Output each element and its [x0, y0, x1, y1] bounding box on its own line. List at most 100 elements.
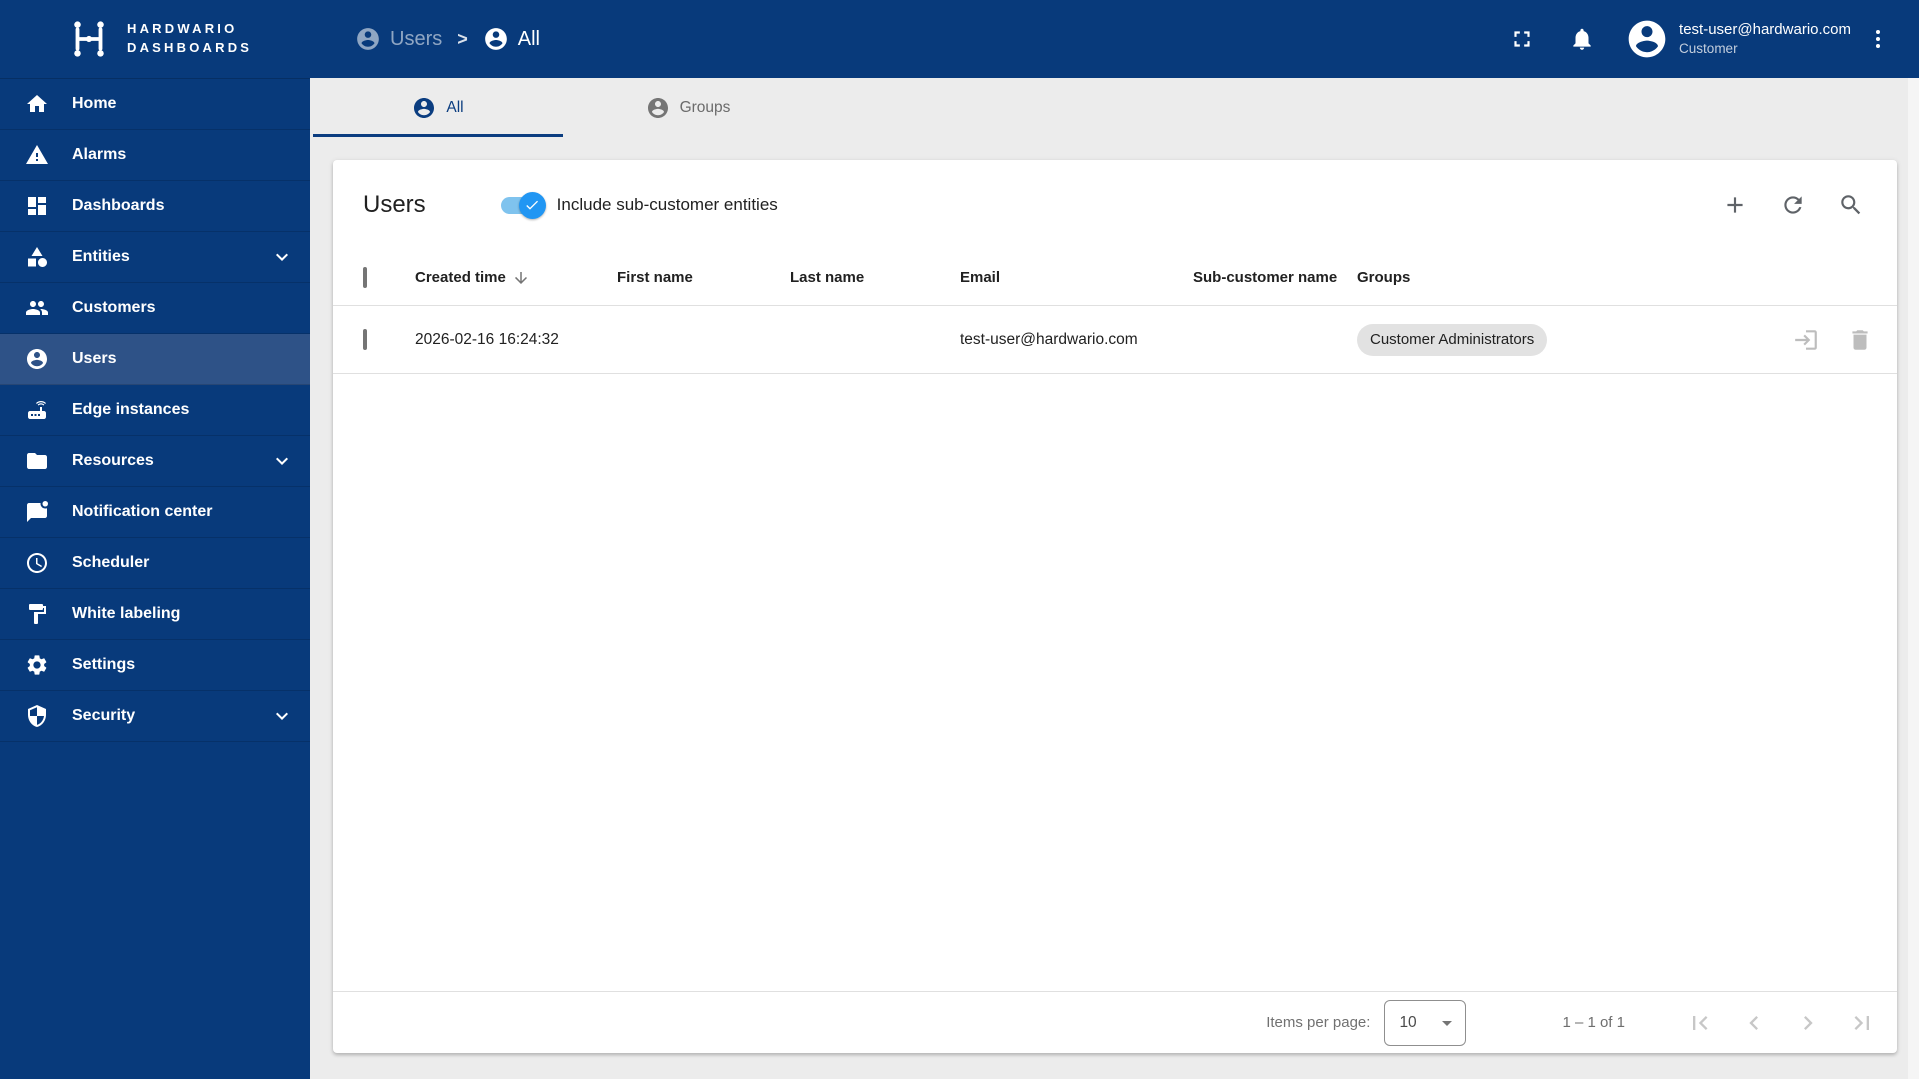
sidebar-item-label: Dashboards: [72, 197, 165, 214]
next-page-button[interactable]: [1781, 999, 1835, 1047]
column-header-sub-customer[interactable]: Sub-customer name: [1193, 269, 1357, 286]
paint-roller-icon: [25, 602, 49, 626]
vertical-scrollbar[interactable]: [1908, 78, 1919, 1079]
sidebar-item-edge-instances[interactable]: Edge instances: [0, 385, 310, 436]
column-label: Groups: [1357, 269, 1411, 286]
sidebar-item-label: Edge instances: [72, 401, 190, 418]
page-range-label: 1 – 1 of 1: [1562, 1014, 1625, 1031]
items-per-page-label: Items per page:: [1266, 1014, 1371, 1031]
sidebar-item-settings[interactable]: Settings: [0, 640, 310, 691]
prev-page-icon: [1749, 1015, 1758, 1030]
sidebar-item-label: Home: [72, 95, 117, 112]
chevron-down-icon: [270, 704, 294, 728]
notifications-button[interactable]: [1561, 18, 1603, 60]
column-header-groups[interactable]: Groups: [1357, 269, 1769, 286]
login-as-user-icon: [1795, 329, 1817, 350]
next-page-icon: [1804, 1015, 1813, 1030]
group-chip[interactable]: Customer Administrators: [1357, 323, 1548, 356]
sidebar-item-entities[interactable]: Entities: [0, 232, 310, 283]
tab-label: Groups: [679, 98, 731, 116]
sidebar-item-label: Users: [72, 350, 117, 367]
delete-user-button[interactable]: [1847, 327, 1873, 353]
column-header-email[interactable]: Email: [960, 269, 1193, 286]
sidebar-item-resources[interactable]: Resources: [0, 436, 310, 487]
user-menu-button[interactable]: [1861, 18, 1895, 60]
sidebar-item-label: Entities: [72, 248, 130, 265]
tab-groups[interactable]: Groups: [563, 78, 813, 137]
first-page-button[interactable]: [1673, 999, 1727, 1047]
tab-all[interactable]: All: [313, 78, 563, 137]
column-header-first-name[interactable]: First name: [617, 269, 790, 286]
page-size-value: 10: [1399, 1013, 1417, 1031]
add-user-button[interactable]: [1713, 183, 1757, 227]
table-row[interactable]: 2026-02-16 16:24:32 test-user@hardwario.…: [333, 306, 1897, 374]
column-header-created-time[interactable]: Created time: [415, 269, 617, 287]
breadcrumb-item-all[interactable]: All: [483, 26, 540, 52]
row-actions: [1769, 327, 1873, 353]
breadcrumb: Users > All: [355, 26, 540, 52]
last-page-button[interactable]: [1835, 999, 1889, 1047]
warning-icon: [25, 143, 49, 167]
top-header: HARDWARIO DASHBOARDS Users > All test-us…: [0, 0, 1919, 78]
folder-icon: [25, 449, 49, 473]
user-avatar[interactable]: [1625, 17, 1669, 61]
cell-created-time: 2026-02-16 16:24:32: [415, 330, 559, 348]
fullscreen-button[interactable]: [1501, 18, 1543, 60]
account-circle-icon: [647, 97, 668, 118]
search-button[interactable]: [1829, 183, 1873, 227]
dashboard-icon: [25, 194, 49, 218]
sidebar-item-notification-center[interactable]: Notification center: [0, 487, 310, 538]
column-label: First name: [617, 269, 693, 286]
breadcrumb-item-users[interactable]: Users: [355, 26, 442, 52]
sidebar-item-white-labeling[interactable]: White labeling: [0, 589, 310, 640]
include-subcustomer-toggle[interactable]: [500, 191, 546, 219]
bell-icon: [1573, 28, 1591, 50]
first-page-icon: [1693, 1015, 1708, 1030]
hardwario-logo-icon: [66, 16, 112, 62]
users-card: Users Include sub-customer entities Crea…: [333, 160, 1897, 1053]
page-size-select[interactable]: 10: [1384, 999, 1467, 1046]
category-icon: [25, 245, 49, 269]
app-root: HARDWARIO DASHBOARDS Users > All test-us…: [0, 0, 1919, 1079]
sidebar-item-label: Scheduler: [72, 554, 150, 571]
row-checkbox[interactable]: [363, 328, 367, 350]
toggle-thumb: [518, 191, 546, 219]
brand-line1: HARDWARIO: [127, 21, 238, 37]
sidebar-item-customers[interactable]: Customers: [0, 283, 310, 334]
brand-line2: DASHBOARDS: [127, 40, 253, 55]
header-actions: test-user@hardwario.com Customer: [1501, 17, 1919, 61]
select-all-checkbox[interactable]: [363, 267, 367, 288]
brand-logo[interactable]: HARDWARIO DASHBOARDS: [0, 16, 310, 62]
sidebar-item-security[interactable]: Security: [0, 691, 310, 742]
sidebar-item-scheduler[interactable]: Scheduler: [0, 538, 310, 589]
prev-page-button[interactable]: [1727, 999, 1781, 1047]
breadcrumb-label: All: [517, 27, 540, 50]
column-label: Email: [960, 269, 1001, 286]
user-info: test-user@hardwario.com Customer: [1679, 20, 1851, 58]
sidebar-item-label: Security: [72, 707, 136, 724]
paginator: Items per page: 10 1 – 1 of 1: [333, 991, 1897, 1053]
sidebar-item-users[interactable]: Users: [0, 334, 310, 385]
login-as-user-button[interactable]: [1793, 327, 1819, 353]
sidebar-item-label: White labeling: [72, 605, 181, 622]
sidebar-item-home[interactable]: Home: [0, 79, 310, 130]
card-actions: [1713, 183, 1873, 227]
add-icon: [1727, 197, 1743, 213]
table-empty-area: [333, 374, 1897, 991]
column-label: Created time: [415, 269, 506, 286]
delete-icon: [1852, 329, 1868, 350]
avatar-icon: [1628, 20, 1666, 58]
gear-icon: [25, 653, 49, 677]
sort-desc-icon: [514, 271, 527, 284]
sidebar-item-dashboards[interactable]: Dashboards: [0, 181, 310, 232]
chevron-down-icon: [270, 245, 294, 269]
main-content: All Groups Users Include sub-customer en…: [310, 78, 1919, 1079]
refresh-button[interactable]: [1771, 183, 1815, 227]
column-header-last-name[interactable]: Last name: [790, 269, 960, 286]
account-circle-icon: [484, 28, 507, 50]
account-circle-icon: [25, 347, 49, 371]
search-icon: [1841, 195, 1861, 215]
sidebar-item-alarms[interactable]: Alarms: [0, 130, 310, 181]
column-label: Last name: [790, 269, 865, 286]
column-label: Sub-customer name: [1193, 269, 1338, 286]
